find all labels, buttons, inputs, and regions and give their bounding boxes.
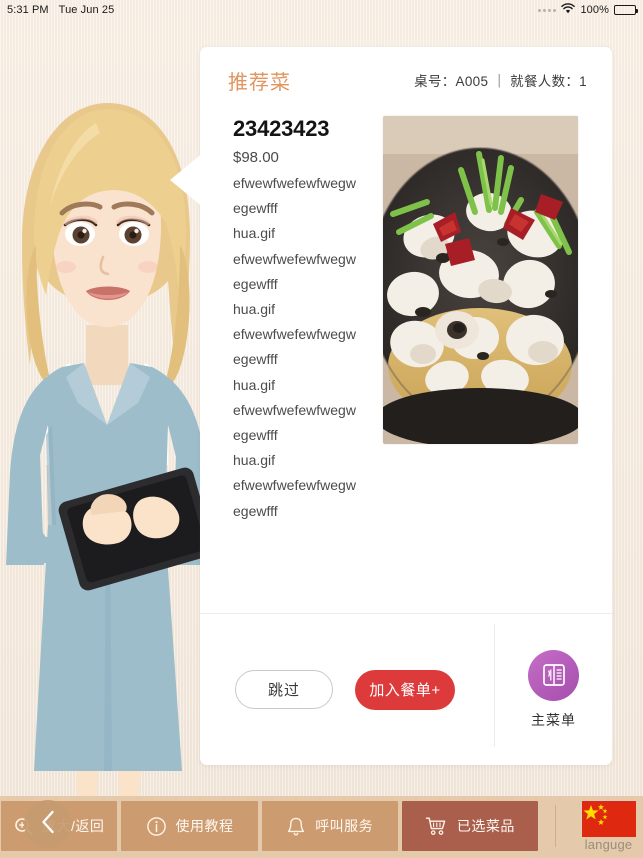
page-title: 推荐菜 (228, 71, 291, 94)
back-button[interactable] (24, 800, 72, 848)
battery-percent: 100% (580, 4, 609, 16)
toolbar-item-tutorial[interactable]: 使用教程 (121, 801, 258, 851)
speech-bubble-tail (170, 152, 204, 208)
status-time: 5:31 PM (7, 4, 49, 16)
dish-description-line: efwewfwefewfwegw (233, 477, 356, 494)
wifi-icon (561, 3, 576, 17)
signal-dots-icon (538, 8, 557, 12)
dish-description: efwewfwefewfwegw egewfff hua.gif efwewfwefe… (233, 171, 393, 524)
dish-text-column: 23423423 $98.00 efwewfwefewfwegw egewfff h… (233, 113, 393, 524)
toolbar-label-call-service: 呼叫服务 (315, 818, 374, 834)
dish-description-line: efwewfwefewfwegw (233, 250, 356, 267)
dish-description-line: efwewfwefewfwegw (233, 326, 356, 343)
dish-description-line: hua.gif (233, 452, 276, 469)
chevron-left-icon (38, 809, 58, 840)
dish-price: $98.00 (233, 149, 279, 166)
dish-description-line: hua.gif (233, 301, 276, 318)
language-switcher[interactable]: languge (574, 800, 643, 852)
dish-description-line: hua.gif (233, 376, 276, 393)
info-circle-icon (146, 816, 167, 837)
toolbar-label-tutorial: 使用教程 (175, 818, 234, 834)
shopping-cart-icon (425, 816, 448, 836)
toolbar-divider (554, 805, 556, 847)
toolbar-label-selected-dishes: 已选菜品 (456, 818, 515, 834)
dish-description-line: egewfff (233, 275, 278, 292)
main-menu-label: 主菜单 (531, 711, 576, 728)
status-bar: 5:31 PM Tue Jun 25 100% (0, 0, 643, 20)
status-date: Tue Jun 25 (58, 4, 115, 16)
dish-photo (383, 116, 578, 444)
language-label: languge (584, 837, 633, 852)
toolbar-item-call-service[interactable]: 呼叫服务 (261, 801, 398, 851)
status-bar-left: 5:31 PM Tue Jun 25 (7, 4, 114, 16)
dish-description-line: egewfff (233, 502, 278, 519)
china-flag-icon (581, 800, 637, 837)
dish-description-line: egewfff (233, 351, 278, 368)
menu-book-icon (528, 649, 579, 701)
table-info: 桌号：A005 ｜ 就餐人数：1 (414, 74, 587, 89)
dish-description-line: efwewfwefewfwegw (233, 175, 356, 191)
bell-icon (286, 816, 306, 837)
bottom-toolbar: 放大/返回 使用教程 呼叫服务 已选菜品 languge (0, 796, 643, 858)
dish-description-line: egewfff (233, 200, 278, 217)
action-zone: 跳过 加入餐单+ (200, 614, 494, 765)
card-footer: 跳过 加入餐单+ 主菜单 (200, 614, 612, 765)
status-bar-right: 100% (538, 3, 638, 17)
dish-name: 23423423 (233, 116, 330, 141)
dish-description-line: efwewfwefewfwegw (233, 401, 356, 418)
dish-description-line: hua.gif (233, 225, 276, 242)
card-header: 推荐菜 桌号：A005 ｜ 就餐人数：1 (200, 47, 612, 113)
add-to-order-button[interactable]: 加入餐单+ (355, 669, 455, 710)
skip-button[interactable]: 跳过 (235, 670, 333, 709)
card-body[interactable]: 23423423 $98.00 efwewfwefewfwegw egewfff h… (200, 113, 612, 613)
battery-icon (614, 5, 638, 15)
recommended-dish-card: 推荐菜 桌号：A005 ｜ 就餐人数：1 23423423 $98.00 efw… (200, 47, 612, 765)
main-menu-button[interactable]: 主菜单 (495, 614, 612, 765)
dish-description-line: egewfff (233, 427, 278, 444)
toolbar-item-selected-dishes[interactable]: 已选菜品 (401, 801, 538, 851)
